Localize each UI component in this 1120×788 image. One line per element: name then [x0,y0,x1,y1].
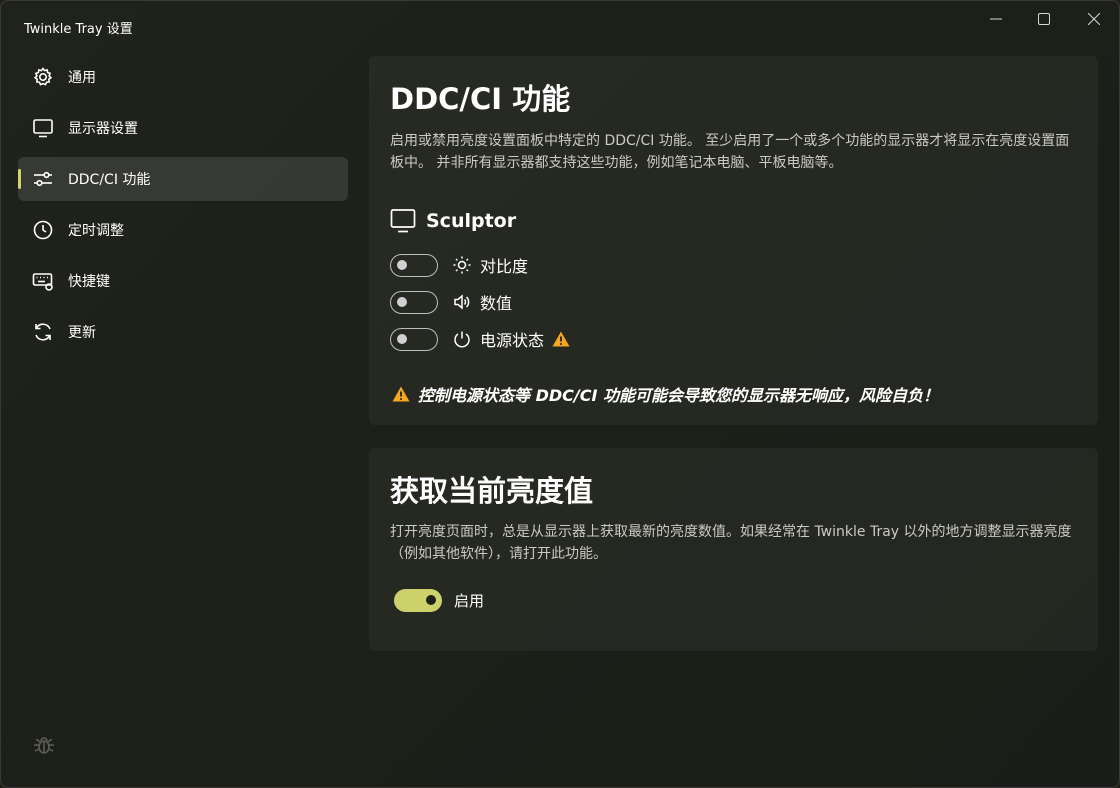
enable-row: 启用 [394,589,484,612]
enable-label: 启用 [454,592,485,610]
sidebar-item-label: 更新 [68,325,96,341]
sidebar-item-updates[interactable]: 更新 [18,310,348,354]
power-icon [452,329,472,349]
feature-label: 电源状态 [480,331,545,350]
page-title: DDC/CI 功能 [390,82,571,116]
monitor-icon [390,209,416,233]
sidebar-item-ddc[interactable]: DDC/CI 功能 [18,157,348,201]
sliders-icon [32,168,54,190]
brightness-card: 获取当前亮度值 打开亮度页面时，总是从显示器上获取最新的亮度数值。如果经常在 T… [369,448,1098,651]
sidebar-item-schedule[interactable]: 定时调整 [18,208,348,252]
power-state-toggle[interactable] [390,327,438,351]
keyboard-icon [32,270,54,292]
warning-icon [392,386,410,402]
warning-text: 控制电源状态等 DDC/CI 功能可能会导致您的显示器无响应，风险自负！ [418,386,939,405]
warning-icon [552,331,570,347]
refresh-icon [32,321,54,343]
feature-row-power: 电源状态 [390,327,570,351]
ddc-description: 启用或禁用亮度设置面板中特定的 DDC/CI 功能。 至少启用了一个或多个功能的… [390,133,1070,171]
app-title: Twinkle Tray 设置 [24,22,133,37]
brightness-description: 打开亮度页面时，总是从显示器上获取最新的亮度数值。如果经常在 Twinkle T… [390,524,1072,562]
sidebar-item-label: 通用 [68,70,96,86]
section-title: 获取当前亮度值 [390,474,594,508]
sun-icon [452,255,472,275]
warning-message: 控制电源状态等 DDC/CI 功能可能会导致您的显示器无响应，风险自负！ [392,382,939,406]
maximize-button[interactable] [1019,1,1069,37]
enable-toggle[interactable] [394,589,442,612]
clock-icon [32,219,54,241]
monitor-header: Sculptor [390,208,516,234]
maximize-icon [1038,13,1050,25]
settings-window: Twinkle Tray 设置 通用 显示器设置 DDC/CI 功能 定时调整 … [0,0,1120,788]
sidebar-item-monitors[interactable]: 显示器设置 [18,106,348,150]
bug-icon[interactable] [32,733,56,761]
close-icon [1088,13,1100,25]
titlebar: Twinkle Tray 设置 [1,1,1119,45]
gear-icon [32,66,54,88]
volume-toggle[interactable] [390,290,438,314]
sidebar-item-label: 快捷键 [68,274,110,290]
feature-label: 数值 [480,294,513,313]
sidebar-item-general[interactable]: 通用 [18,55,348,99]
sidebar-item-label: DDC/CI 功能 [68,172,151,188]
sidebar: 通用 显示器设置 DDC/CI 功能 定时调整 快捷键 更新 [18,55,348,361]
sidebar-item-hotkeys[interactable]: 快捷键 [18,259,348,303]
feature-label: 对比度 [480,257,529,276]
close-button[interactable] [1069,1,1119,37]
feature-row-contrast: 对比度 [390,253,528,277]
sidebar-item-label: 显示器设置 [68,121,138,137]
sidebar-item-label: 定时调整 [68,223,124,239]
minimize-button[interactable] [971,1,1021,37]
contrast-toggle[interactable] [390,253,438,277]
feature-row-volume: 数值 [390,290,512,314]
ddc-card: DDC/CI 功能 启用或禁用亮度设置面板中特定的 DDC/CI 功能。 至少启… [369,56,1098,425]
monitor-name: Sculptor [426,210,517,232]
monitor-icon [32,117,54,139]
volume-icon [452,292,472,312]
minimize-icon [990,18,1002,20]
